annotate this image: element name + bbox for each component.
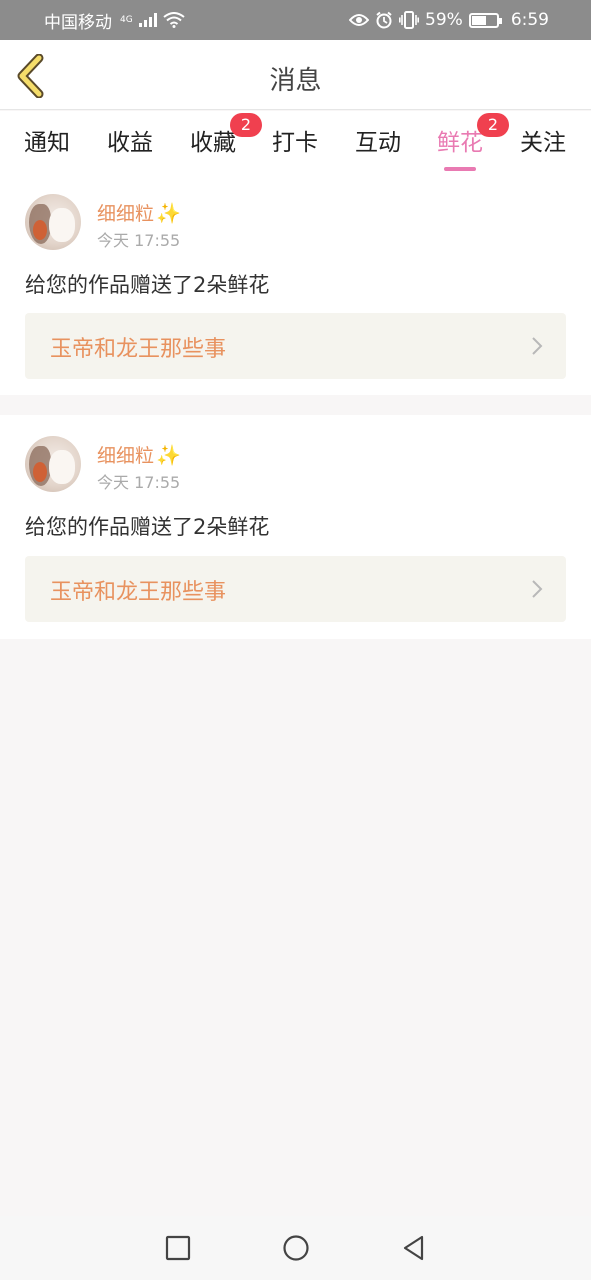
system-nav-bar: [0, 1216, 591, 1280]
chevron-right-icon: [532, 580, 543, 598]
clock: 6:59: [510, 10, 549, 30]
tab-label: 互动: [355, 130, 401, 156]
message-time: 今天 17:55: [97, 231, 181, 250]
tab-label: 通知: [24, 130, 70, 156]
network-type: 4G: [120, 15, 133, 25]
tab-follows[interactable]: 关注: [520, 123, 566, 157]
active-tab-indicator: [444, 167, 476, 171]
tab-interactions[interactable]: 互动: [355, 123, 401, 157]
username[interactable]: 细细粒 ✨: [97, 199, 181, 226]
work-title: 玉帝和龙王那些事: [50, 337, 227, 362]
recent-apps-icon[interactable]: [164, 1234, 192, 1262]
work-link[interactable]: 玉帝和龙王那些事: [25, 313, 566, 379]
status-left: 中国移动 4G: [44, 8, 185, 33]
eye-icon: [349, 14, 370, 26]
avatar[interactable]: [25, 194, 81, 250]
chevron-right-icon: [532, 337, 543, 355]
tab-favorites[interactable]: 收藏 2: [190, 113, 262, 157]
status-bar: 中国移动 4G 59% 6:59: [0, 0, 591, 40]
battery-icon: [468, 12, 502, 28]
battery-percent: 59%: [425, 10, 463, 30]
unread-badge: 2: [477, 113, 509, 137]
message-text: 给您的作品赠送了2朵鲜花: [25, 273, 270, 297]
alarm-icon: [376, 11, 392, 29]
username[interactable]: 细细粒 ✨: [97, 441, 181, 468]
tab-checkin[interactable]: 打卡: [272, 123, 318, 157]
tab-label: 鲜花: [437, 130, 483, 156]
carrier-label: 中国移动: [44, 12, 112, 33]
avatar[interactable]: [25, 436, 81, 492]
tab-flowers[interactable]: 鲜花 2: [437, 113, 509, 171]
message-time: 今天 17:55: [97, 473, 181, 492]
status-right: 59% 6:59: [349, 10, 549, 30]
app-header: 消息: [0, 40, 591, 110]
page-title: 消息: [269, 66, 322, 96]
tab-label: 收藏: [190, 130, 236, 156]
username-text: 细细粒: [97, 203, 155, 225]
sparkle-icon: ✨: [156, 201, 181, 225]
tab-label: 关注: [520, 130, 566, 156]
back-icon[interactable]: [400, 1234, 428, 1262]
tab-notifications[interactable]: 通知: [24, 123, 70, 157]
username-text: 细细粒: [97, 445, 155, 467]
message-text: 给您的作品赠送了2朵鲜花: [25, 515, 270, 539]
vibrate-icon: [399, 11, 420, 29]
unread-badge: 2: [230, 113, 262, 137]
tab-bar: 通知 收益 收藏 2 打卡 互动 鲜花 2 关注: [0, 111, 591, 173]
work-title: 玉帝和龙王那些事: [50, 580, 227, 605]
signal-icon: [138, 13, 157, 27]
work-link[interactable]: 玉帝和龙王那些事: [25, 556, 566, 622]
sparkle-icon: ✨: [156, 443, 181, 467]
tab-label: 收益: [107, 130, 153, 156]
tab-earnings[interactable]: 收益: [107, 123, 153, 157]
message-card: 细细粒 ✨ 今天 17:55 给您的作品赠送了2朵鲜花 玉帝和龙王那些事: [0, 415, 591, 639]
message-card: 细细粒 ✨ 今天 17:55 给您的作品赠送了2朵鲜花 玉帝和龙王那些事: [0, 173, 591, 395]
wifi-icon: [163, 12, 185, 28]
tab-label: 打卡: [272, 130, 318, 156]
home-icon[interactable]: [282, 1234, 310, 1262]
